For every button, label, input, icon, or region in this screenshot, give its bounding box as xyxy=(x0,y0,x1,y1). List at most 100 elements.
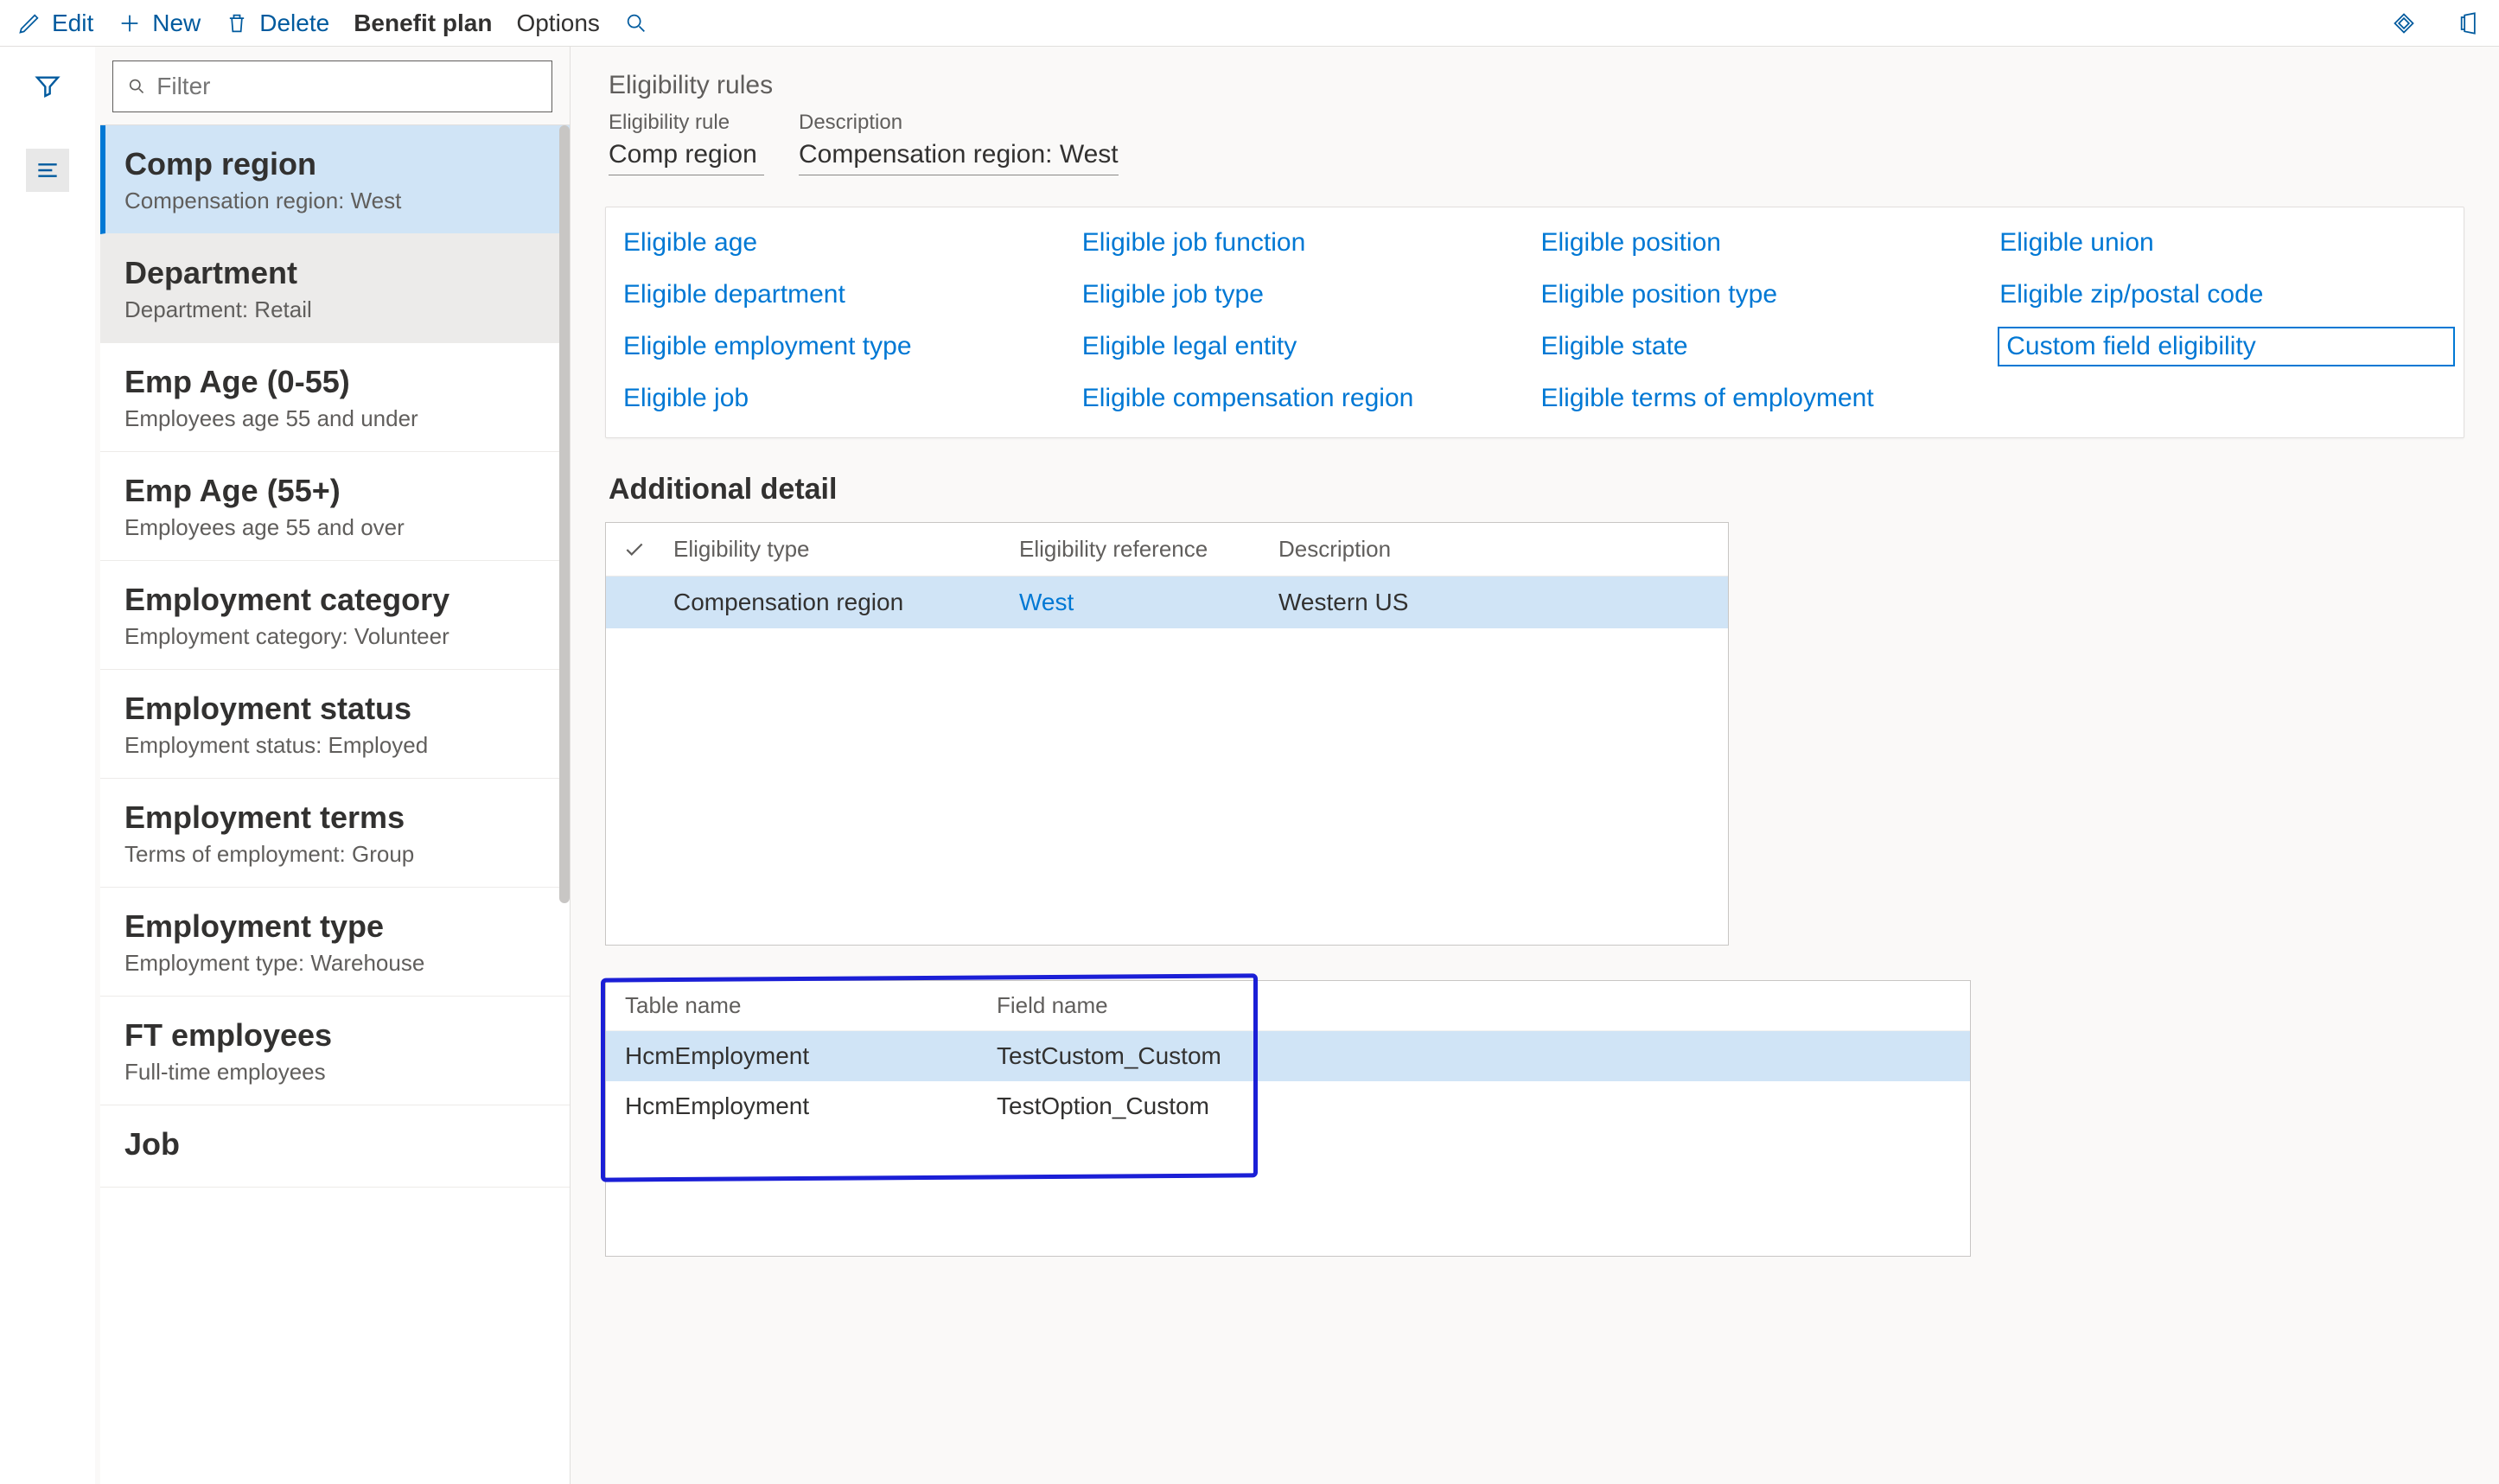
pencil-icon xyxy=(17,11,41,35)
eligible-link[interactable]: Eligible job xyxy=(623,384,1070,413)
main-pane: Eligibility rules Eligibility rule Comp … xyxy=(571,47,2499,1484)
eligible-link[interactable]: Eligible union xyxy=(1999,228,2446,258)
detail-cell-ref[interactable]: West xyxy=(1019,589,1278,616)
detail-cell-type: Compensation region xyxy=(673,589,1019,616)
nav-item[interactable]: Employment status Employment status: Empl… xyxy=(100,670,570,779)
rule-value[interactable]: Comp region xyxy=(609,140,764,175)
filter-rail-button[interactable] xyxy=(26,64,69,107)
list-icon xyxy=(34,156,61,184)
check-icon xyxy=(623,538,673,561)
new-label: New xyxy=(152,10,201,37)
custom-cell-field: TestOption_Custom xyxy=(997,1092,1951,1120)
eligible-link[interactable]: Eligible state xyxy=(1541,332,1988,361)
diamond-icon xyxy=(2392,11,2416,35)
filter-input[interactable] xyxy=(156,73,538,100)
nav-item-desc: Employment status: Employed xyxy=(124,732,545,759)
detail-cell-desc: Western US xyxy=(1278,589,1711,616)
nav-item[interactable]: Job xyxy=(100,1105,570,1188)
office-button[interactable] xyxy=(2458,11,2482,35)
detail-hdr-desc[interactable]: Description xyxy=(1278,536,1711,563)
desc-label: Description xyxy=(799,111,1119,135)
custom-cell-table: HcmEmployment xyxy=(625,1092,997,1120)
left-rail xyxy=(0,47,95,1484)
eligible-link[interactable]: Eligible employment type xyxy=(623,332,1070,361)
search-icon xyxy=(127,76,146,97)
detail-hdr-type[interactable]: Eligibility type xyxy=(673,536,1019,563)
delete-label: Delete xyxy=(259,10,329,37)
office-icon xyxy=(2458,11,2482,35)
nav-item-desc: Employees age 55 and over xyxy=(124,514,545,541)
nav-list[interactable]: Comp region Compensation region: West Depa… xyxy=(100,124,570,1484)
nav-item[interactable]: Employment terms Terms of employment: Gro… xyxy=(100,779,570,888)
nav-item-desc: Compensation region: West xyxy=(124,188,545,214)
nav-item-title: Job xyxy=(124,1126,545,1162)
eligible-link[interactable]: Eligible zip/postal code xyxy=(1999,280,2446,309)
nav-item-desc: Terms of employment: Group xyxy=(124,841,545,868)
custom-row[interactable]: HcmEmploymentTestCustom_Custom xyxy=(606,1031,1970,1081)
nav-pane: Comp region Compensation region: West Depa… xyxy=(95,47,571,1484)
detail-grid: Eligibility type Eligibility reference D… xyxy=(605,522,1729,946)
list-rail-button[interactable] xyxy=(26,149,69,192)
custom-hdr-field[interactable]: Field name xyxy=(997,992,1951,1019)
edit-label: Edit xyxy=(52,10,93,37)
delete-button[interactable]: Delete xyxy=(225,10,329,37)
nav-item[interactable]: Comp region Compensation region: West xyxy=(100,125,570,234)
trash-icon xyxy=(225,11,249,35)
nav-item-title: Comp region xyxy=(124,146,545,182)
nav-item-desc: Department: Retail xyxy=(124,296,545,323)
eligible-link[interactable]: Eligible job type xyxy=(1082,280,1529,309)
custom-cell-table: HcmEmployment xyxy=(625,1042,997,1070)
eligible-link[interactable]: Eligible compensation region xyxy=(1082,384,1529,413)
nav-item[interactable]: Emp Age (55+) Employees age 55 and over xyxy=(100,452,570,561)
benefit-plan-label: Benefit plan xyxy=(354,10,492,37)
benefit-plan-button[interactable]: Benefit plan xyxy=(354,10,492,37)
edit-button[interactable]: Edit xyxy=(17,10,93,37)
nav-item-title: FT employees xyxy=(124,1017,545,1054)
options-button[interactable]: Options xyxy=(516,10,600,37)
eligible-links-card: Eligible age Eligible job function Eligibl… xyxy=(605,207,2464,438)
nav-item[interactable]: Employment type Employment type: Warehous… xyxy=(100,888,570,997)
eligible-link[interactable]: Eligible legal entity xyxy=(1082,332,1529,361)
nav-item-title: Employment status xyxy=(124,691,545,727)
eligible-link[interactable]: Eligible job function xyxy=(1082,228,1529,258)
search-button[interactable] xyxy=(624,11,648,35)
nav-item-title: Department xyxy=(124,255,545,291)
rule-label: Eligibility rule xyxy=(609,111,764,135)
nav-item[interactable]: Employment category Employment category: … xyxy=(100,561,570,670)
eligible-link[interactable]: Custom field eligibility xyxy=(1998,327,2455,366)
eligible-link[interactable]: Eligible position xyxy=(1541,228,1988,258)
nav-item-title: Employment terms xyxy=(124,799,545,836)
eligible-link[interactable]: Eligible age xyxy=(623,228,1070,258)
nav-item[interactable]: Department Department: Retail xyxy=(100,234,570,343)
desc-value[interactable]: Compensation region: West xyxy=(799,140,1119,175)
custom-row[interactable]: HcmEmploymentTestOption_Custom xyxy=(606,1081,1970,1131)
eligible-link[interactable]: Eligible department xyxy=(623,280,1070,309)
filter-box[interactable] xyxy=(112,61,552,112)
search-icon xyxy=(624,11,648,35)
nav-item-title: Employment category xyxy=(124,582,545,618)
additional-detail-title: Additional detail xyxy=(609,473,2464,506)
nav-item[interactable]: FT employees Full-time employees xyxy=(100,997,570,1105)
nav-item-desc: Full-time employees xyxy=(124,1059,545,1086)
nav-item-desc: Employment type: Warehouse xyxy=(124,950,545,977)
new-button[interactable]: New xyxy=(118,10,201,37)
plus-icon xyxy=(118,11,142,35)
attach-button[interactable] xyxy=(2392,11,2416,35)
nav-item-desc: Employment category: Volunteer xyxy=(124,623,545,650)
funnel-icon xyxy=(34,72,61,99)
rule-header: Eligibility rule Comp region Description… xyxy=(605,111,2464,175)
detail-row[interactable]: Compensation regionWestWestern US xyxy=(606,576,1728,628)
custom-field-grid: Table name Field name HcmEmploymentTestC… xyxy=(605,980,1971,1257)
nav-item-title: Emp Age (55+) xyxy=(124,473,545,509)
nav-item-title: Emp Age (0-55) xyxy=(124,364,545,400)
page-title: Eligibility rules xyxy=(609,71,2464,100)
eligible-link[interactable]: Eligible position type xyxy=(1541,280,1988,309)
custom-hdr-table[interactable]: Table name xyxy=(625,992,997,1019)
nav-item-title: Employment type xyxy=(124,908,545,945)
detail-hdr-ref[interactable]: Eligibility reference xyxy=(1019,536,1278,563)
options-label: Options xyxy=(516,10,600,37)
eligible-link[interactable]: Eligible terms of employment xyxy=(1541,384,1988,413)
custom-cell-field: TestCustom_Custom xyxy=(997,1042,1951,1070)
top-toolbar: Edit New Delete Benefit plan Options xyxy=(0,0,2499,47)
nav-item[interactable]: Emp Age (0-55)Employees age 55 and under xyxy=(100,343,570,452)
